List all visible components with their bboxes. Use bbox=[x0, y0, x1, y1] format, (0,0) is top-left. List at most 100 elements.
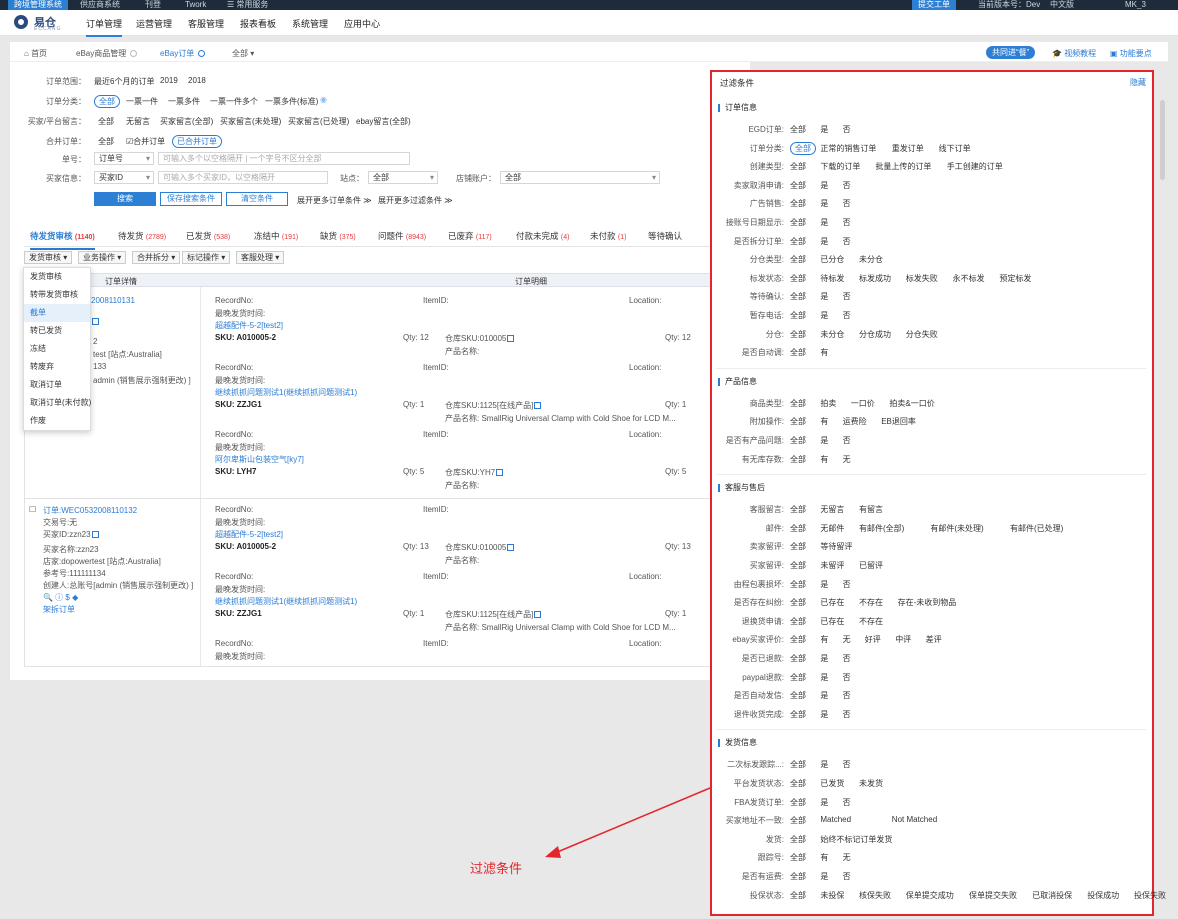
copy-icon[interactable] bbox=[91, 317, 99, 326]
item-title-link[interactable]: 阿尔卑斯山包装空气[ky7] bbox=[215, 454, 304, 465]
copy-icon[interactable] bbox=[507, 544, 515, 551]
filter-option[interactable]: 全部 bbox=[790, 653, 806, 664]
cat-opt-all[interactable]: 全部 bbox=[94, 95, 120, 108]
filter-option[interactable]: 无邮件 bbox=[820, 523, 844, 534]
feature-points-link[interactable]: ▣ 功能要点 bbox=[1110, 48, 1152, 59]
filter-option[interactable]: 全部 bbox=[790, 759, 806, 770]
sysbar-item-supplier[interactable]: 供应商系统 bbox=[80, 0, 120, 10]
menu-item-cancel[interactable]: 取消订单 bbox=[24, 376, 90, 394]
filter-option[interactable]: 是 bbox=[820, 180, 828, 191]
filter-option[interactable]: 全部 bbox=[790, 124, 806, 135]
tab-discarded[interactable]: 已废弃 (117) bbox=[448, 230, 492, 242]
msg-opt-ebay[interactable]: ebay留言(全部) bbox=[356, 116, 411, 127]
filter-option[interactable]: 否 bbox=[843, 236, 851, 247]
tab-all[interactable]: 全部 ▾ bbox=[232, 48, 254, 59]
filter-option[interactable]: 全部 bbox=[790, 416, 806, 427]
scrollbar[interactable] bbox=[1160, 100, 1165, 180]
filter-option[interactable]: 有 bbox=[820, 852, 828, 863]
menu-item-cancel-unpaid[interactable]: 取消订单(未付款) bbox=[24, 394, 91, 412]
user-menu[interactable]: MK_3 bbox=[1125, 0, 1146, 10]
filter-option[interactable]: 已发货 bbox=[820, 778, 844, 789]
cat-opt-1[interactable]: 一票一件 bbox=[126, 96, 158, 107]
tab-pending-ship[interactable]: 待发货 (2789) bbox=[118, 230, 166, 242]
msg-opt-buyer-handled[interactable]: 买家留言(已处理) bbox=[288, 116, 349, 127]
nav-order-management[interactable]: 订单管理 bbox=[86, 17, 123, 37]
filter-option[interactable]: 不存在 bbox=[859, 616, 883, 627]
filter-option[interactable]: 全部 bbox=[790, 579, 806, 590]
action-icons[interactable]: 🔍 ⓘ $ ◆ bbox=[43, 592, 78, 603]
filter-option[interactable]: 好评 bbox=[865, 634, 881, 645]
filter-option[interactable]: 是 bbox=[820, 672, 828, 683]
filter-option[interactable]: 全部 bbox=[790, 347, 806, 358]
order-number-link[interactable]: 订单:WEC0532008110132 bbox=[43, 505, 137, 516]
filter-option[interactable]: 是 bbox=[820, 124, 828, 135]
filter-option[interactable]: 是 bbox=[820, 310, 828, 321]
filter-option[interactable]: 全部 bbox=[790, 616, 806, 627]
msg-opt-none[interactable]: 无留言 bbox=[126, 116, 150, 127]
msg-opt-buyer-unhandled[interactable]: 买家留言(未处理) bbox=[220, 116, 281, 127]
filter-option[interactable]: 是 bbox=[820, 198, 828, 209]
site-select[interactable]: 全部 bbox=[368, 171, 438, 184]
filter-option[interactable]: 全部 bbox=[790, 834, 806, 845]
order-number-link[interactable]: 2008110131 bbox=[91, 296, 135, 305]
filter-option[interactable]: 有邮件(全部) bbox=[859, 523, 904, 534]
filter-option[interactable]: 全部 bbox=[790, 310, 806, 321]
buyer-id-input[interactable]: 可输入多个买家ID，以空格隔开 bbox=[158, 171, 328, 184]
filter-option[interactable]: 是 bbox=[820, 291, 828, 302]
filter-option[interactable]: 等待留评 bbox=[820, 541, 852, 552]
sysbar-item-twork[interactable]: Twork bbox=[185, 0, 206, 10]
filter-option[interactable]: 是 bbox=[820, 435, 828, 446]
order-number-input[interactable]: 可输入多个以空格隔开 | 一个字号不区分全部 bbox=[158, 152, 410, 165]
filter-option[interactable]: 是 bbox=[820, 709, 828, 720]
buyer-type-select[interactable]: 买家ID bbox=[94, 171, 154, 184]
filter-option[interactable]: 无留言 bbox=[820, 504, 844, 515]
filter-option[interactable]: 全部 bbox=[790, 541, 806, 552]
filter-option[interactable]: 已留评 bbox=[859, 560, 883, 571]
filter-option[interactable]: 全部 bbox=[790, 852, 806, 863]
filter-option[interactable]: 是 bbox=[820, 217, 828, 228]
filter-option[interactable]: EB退回率 bbox=[881, 416, 916, 427]
nav-system[interactable]: 系统管理 bbox=[292, 17, 328, 30]
expand-order-conditions-link[interactable]: 展开更多订单条件 ≫ bbox=[297, 195, 372, 206]
search-button[interactable]: 搜索 bbox=[94, 192, 156, 206]
submit-ticket-button[interactable]: 提交工单 bbox=[912, 0, 956, 10]
tab-ebay-products[interactable]: eBay商品管理 bbox=[76, 48, 138, 59]
filter-option[interactable]: 批量上传的订单 bbox=[875, 161, 931, 172]
filter-option[interactable]: 否 bbox=[843, 217, 851, 228]
filter-option[interactable]: 是 bbox=[820, 759, 828, 770]
mark-ops-button[interactable]: 标记操作 ▾ bbox=[182, 251, 231, 264]
filter-option[interactable]: 全部 bbox=[790, 504, 806, 515]
filter-option[interactable]: 预定标发 bbox=[999, 273, 1031, 284]
filter-option[interactable]: 永不标发 bbox=[953, 273, 985, 284]
filter-option[interactable]: 全部 bbox=[790, 815, 806, 826]
language-select[interactable]: 中文版 bbox=[1050, 0, 1074, 10]
item-title-link[interactable]: 超越配件-5-2[test2] bbox=[215, 529, 283, 540]
item-title-link[interactable]: 超越配件-5-2[test2] bbox=[215, 320, 283, 331]
merge-opt-all[interactable]: 全部 bbox=[98, 136, 114, 147]
filter-option[interactable]: 全部 bbox=[790, 871, 806, 882]
filter-option[interactable]: 否 bbox=[843, 310, 851, 321]
filter-option[interactable]: 有 bbox=[820, 416, 828, 427]
filter-option[interactable]: 已存在 bbox=[820, 597, 844, 608]
filter-option[interactable]: 分仓成功 bbox=[859, 329, 891, 340]
filter-option[interactable]: 全部 bbox=[790, 690, 806, 701]
filter-option[interactable]: 全部 bbox=[790, 180, 806, 191]
menu-item-intercept[interactable]: 截单 bbox=[24, 304, 90, 322]
menu-item-freeze[interactable]: 冻结 bbox=[24, 340, 90, 358]
copy-icon[interactable] bbox=[507, 335, 515, 342]
tab-pending-review[interactable]: 待发货审核 (1140) bbox=[30, 230, 95, 250]
filter-option[interactable]: 中评 bbox=[895, 634, 911, 645]
filter-option[interactable]: 全部 bbox=[790, 161, 806, 172]
help-icon[interactable]: ◉ bbox=[320, 95, 327, 104]
menu-item-discard[interactable]: 转废弃 bbox=[24, 358, 90, 376]
filter-option[interactable]: 全部 bbox=[790, 291, 806, 302]
filter-option[interactable]: 无 bbox=[843, 454, 851, 465]
filter-option[interactable]: 线下订单 bbox=[939, 143, 971, 154]
filter-option[interactable]: 全部 bbox=[790, 236, 806, 247]
filter-option[interactable]: 是 bbox=[820, 871, 828, 882]
clear-conditions-button[interactable]: 清空条件 bbox=[226, 192, 288, 206]
sysbar-item-cross-border[interactable]: 跨境管理系统 bbox=[8, 0, 68, 10]
tab-payment-incomplete[interactable]: 付款未完成 (4) bbox=[516, 230, 569, 242]
filter-option[interactable]: 重发订单 bbox=[892, 143, 924, 154]
filter-option[interactable]: 未分仓 bbox=[859, 254, 883, 265]
